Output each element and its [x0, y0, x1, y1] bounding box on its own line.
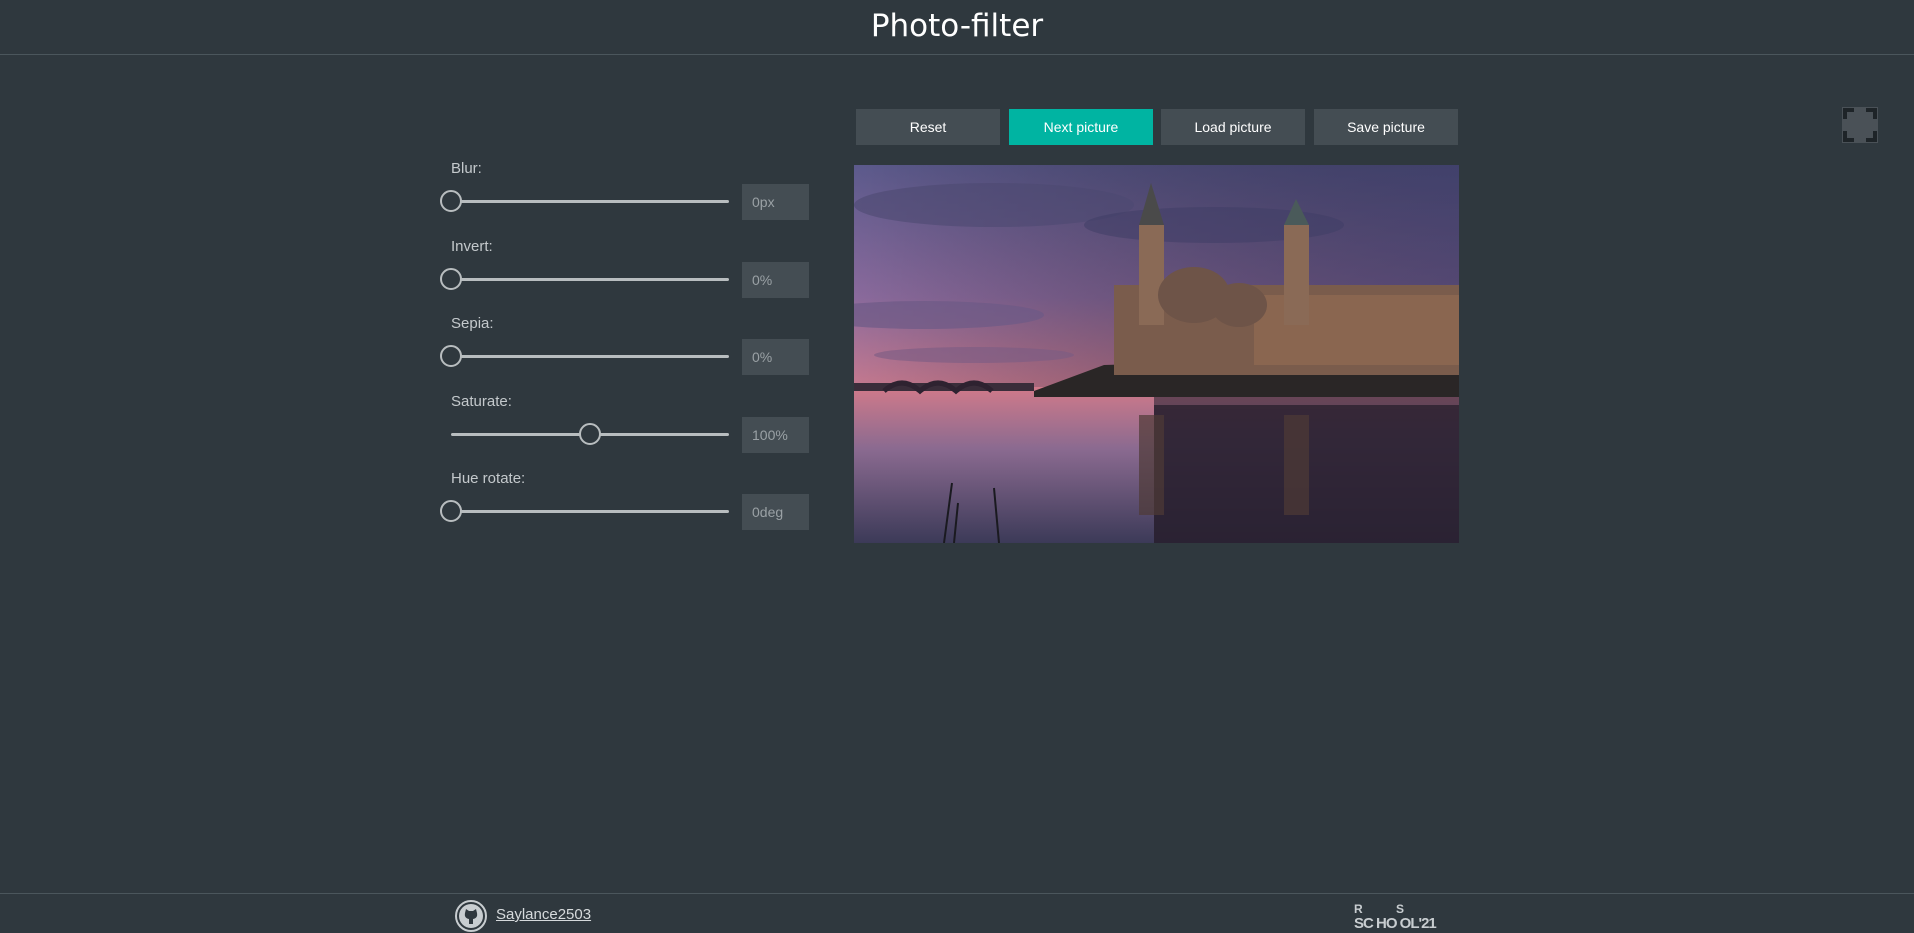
save-picture-button[interactable]: Save picture	[1314, 109, 1458, 145]
next-picture-button[interactable]: Next picture	[1009, 109, 1153, 145]
reset-button[interactable]: Reset	[856, 109, 1000, 145]
slider-thumb[interactable]	[579, 423, 601, 445]
photo-canvas	[854, 165, 1459, 543]
slider-track[interactable]	[451, 510, 729, 513]
filter-label: Sepia:	[451, 315, 494, 332]
filter-output: 0%	[742, 262, 809, 298]
filter-saturate: Saturate: 100%	[451, 393, 811, 463]
filter-output: 0%	[742, 339, 809, 375]
header: Photo-filter	[0, 0, 1914, 55]
filter-label: Blur:	[451, 160, 482, 177]
rs-school-logo[interactable]: R S SC HO OL'21	[1354, 902, 1458, 930]
fullscreen-icon	[1842, 107, 1878, 143]
svg-text:SC HO OL'21: SC HO OL'21	[1354, 915, 1436, 930]
page-title: Photo-filter	[870, 8, 1044, 44]
github-icon[interactable]	[455, 900, 487, 932]
slider-thumb[interactable]	[440, 268, 462, 290]
filter-label: Saturate:	[451, 393, 512, 410]
footer: Saylance2503 R S SC HO OL'21	[0, 893, 1914, 933]
filter-hue-rotate: Hue rotate: 0deg	[440, 470, 811, 540]
slider-thumb[interactable]	[440, 500, 462, 522]
slider-track[interactable]	[451, 200, 729, 203]
filter-output: 0px	[742, 184, 809, 220]
svg-text:S: S	[1396, 902, 1404, 916]
filter-label: Hue rotate:	[451, 470, 526, 487]
slider-thumb[interactable]	[440, 345, 462, 367]
filter-invert: Invert: 0%	[440, 238, 811, 308]
filter-sepia: Sepia: 0%	[440, 315, 811, 385]
slider-track[interactable]	[451, 355, 729, 358]
fullscreen-button[interactable]	[1842, 107, 1878, 143]
filter-output: 100%	[742, 417, 809, 453]
filter-output: 0deg	[742, 494, 809, 530]
github-user-link[interactable]: Saylance2503	[496, 906, 591, 923]
cathedral-sunset-photo	[854, 165, 1459, 543]
slider-track[interactable]	[451, 278, 729, 281]
load-picture-button[interactable]: Load picture	[1161, 109, 1305, 145]
filter-blur: Blur: 0px	[440, 160, 811, 230]
slider-thumb[interactable]	[440, 190, 462, 212]
svg-text:R: R	[1354, 902, 1363, 916]
filter-label: Invert:	[451, 238, 493, 255]
